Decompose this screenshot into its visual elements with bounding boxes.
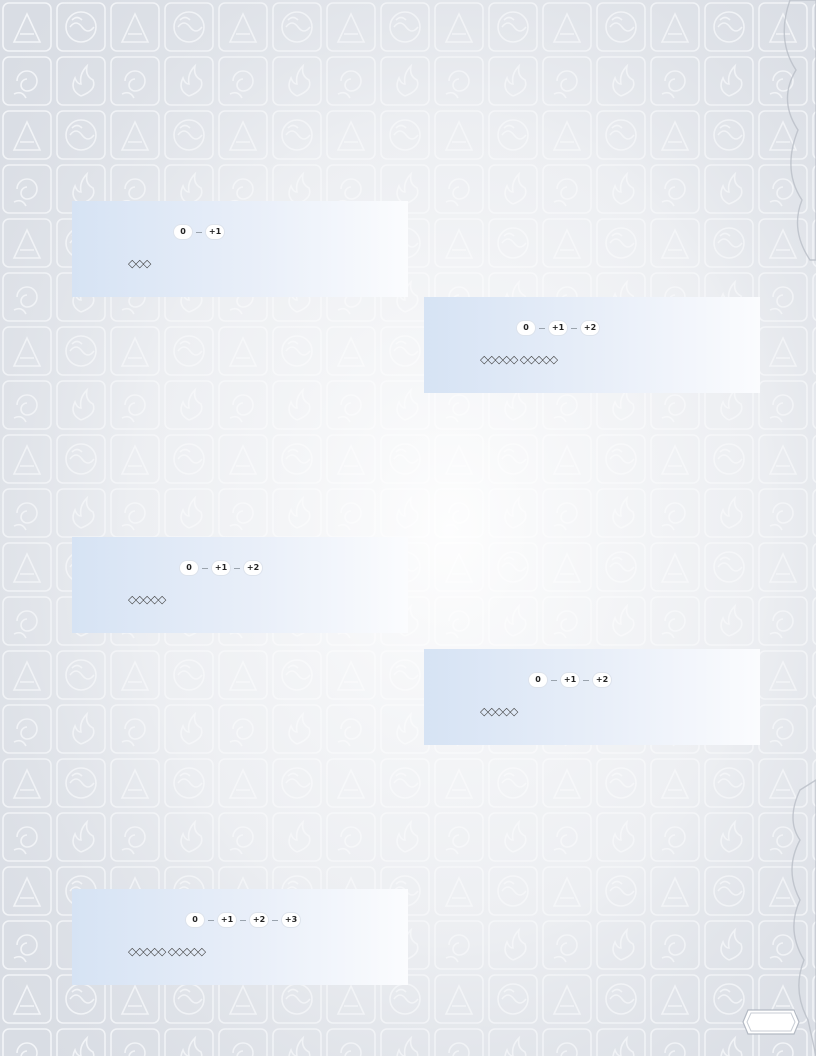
- modifier-bubble: +2: [244, 561, 262, 575]
- modifier-bubble: 0: [174, 225, 192, 239]
- modifier-bubble: +1: [561, 673, 579, 687]
- stat-card-3: 0 +1 +2 ◇◇◇◇◇: [72, 537, 408, 633]
- modifier-bubble: +1: [218, 913, 236, 927]
- modifier-bubble: +2: [593, 673, 611, 687]
- stat-card-1: 0 +1 ◇◇◇: [72, 201, 408, 297]
- scale-separator: [551, 679, 557, 681]
- modifier-bubble: +1: [206, 225, 224, 239]
- modifier-scale: 0 +1 +2: [180, 561, 262, 575]
- page-number-tab: [742, 1009, 800, 1035]
- diamond-track: ◇◇◇◇◇ ◇◇◇◇◇: [480, 353, 558, 366]
- scale-separator: [539, 327, 545, 329]
- scale-separator: [272, 919, 278, 921]
- modifier-scale: 0 +1: [174, 225, 224, 239]
- modifier-bubble: +1: [212, 561, 230, 575]
- scale-separator: [234, 567, 240, 569]
- modifier-bubble: 0: [529, 673, 547, 687]
- modifier-bubble: 0: [517, 321, 535, 335]
- stat-card-5: 0 +1 +2 +3 ◇◇◇◇◇ ◇◇◇◇◇: [72, 889, 408, 985]
- diamond-track: ◇◇◇◇◇ ◇◇◇◇◇: [128, 945, 206, 958]
- modifier-scale: 0 +1 +2: [517, 321, 599, 335]
- diamond-track: ◇◇◇: [128, 257, 151, 270]
- scale-separator: [240, 919, 246, 921]
- scale-separator: [571, 327, 577, 329]
- diamond-track: ◇◇◇◇◇: [128, 593, 166, 606]
- modifier-bubble: +3: [282, 913, 300, 927]
- modifier-scale: 0 +1 +2 +3: [186, 913, 300, 927]
- scale-separator: [196, 231, 202, 233]
- modifier-bubble: 0: [180, 561, 198, 575]
- diamond-track: ◇◇◇◇◇: [480, 705, 518, 718]
- stat-card-2: 0 +1 +2 ◇◇◇◇◇ ◇◇◇◇◇: [424, 297, 760, 393]
- modifier-scale: 0 +1 +2: [529, 673, 611, 687]
- scale-separator: [208, 919, 214, 921]
- stat-card-4: 0 +1 +2 ◇◇◇◇◇: [424, 649, 760, 745]
- scale-separator: [583, 679, 589, 681]
- modifier-bubble: +2: [250, 913, 268, 927]
- modifier-bubble: 0: [186, 913, 204, 927]
- modifier-bubble: +2: [581, 321, 599, 335]
- modifier-bubble: +1: [549, 321, 567, 335]
- scale-separator: [202, 567, 208, 569]
